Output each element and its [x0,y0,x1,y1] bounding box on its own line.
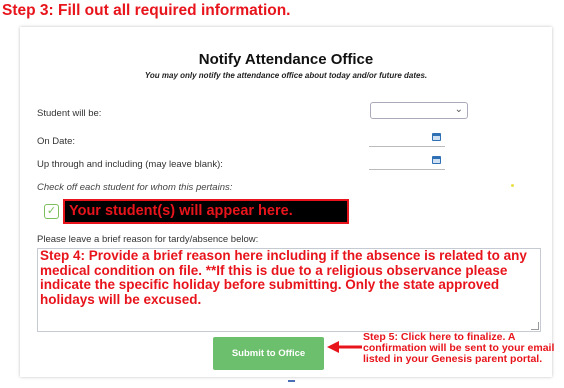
page-subtitle: You may only notify the attendance offic… [144,71,428,80]
chevron-down-icon: ⌄ [454,104,463,115]
reason-label: Please leave a brief reason for tardy/ab… [37,234,259,245]
check-icon: ✓ [46,205,57,217]
yellow-dot [511,184,514,187]
step5-instruction: Step 5: Click here to finalize. A confir… [363,331,555,365]
student-will-be-select[interactable]: ⌄ [370,102,468,119]
on-date-field[interactable] [369,146,445,147]
through-date-label: Up through and including (may leave blan… [37,159,223,170]
calendar-icon[interactable] [432,133,441,141]
resize-grip-icon[interactable] [531,322,539,330]
on-date-label: On Date: [37,136,76,147]
check-off-label: Check off each student for whom this per… [37,182,233,193]
calendar-icon[interactable] [432,156,441,164]
reason-text: Step 4: Provide a brief reason here incl… [40,248,527,307]
step3-instruction: Step 3: Fill out all required informatio… [2,2,291,19]
student-will-be-label: Student will be: [37,108,102,119]
page-title: Notify Attendance Office [198,51,374,68]
through-date-field[interactable] [369,169,445,170]
arrow-left-icon [327,341,362,353]
blue-indicator [288,380,295,382]
reason-textarea[interactable]: Step 4: Provide a brief reason here incl… [37,248,541,332]
student-checkbox[interactable]: ✓ [44,204,59,219]
student-placeholder-text: Your student(s) will appear here. [69,203,293,219]
submit-to-office-button[interactable]: Submit to Office [213,337,324,370]
student-placeholder-box: Your student(s) will appear here. [63,199,349,224]
notify-attendance-panel: Notify Attendance Office You may only no… [20,27,552,382]
